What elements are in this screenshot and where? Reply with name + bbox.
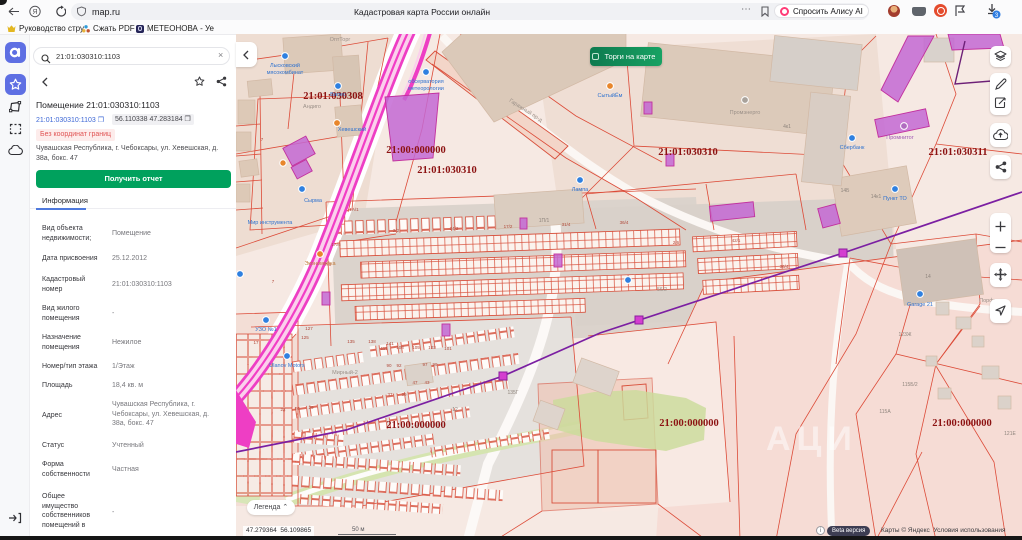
svg-text:31/4: 31/4 <box>562 222 571 227</box>
svg-text:39: 39 <box>401 392 407 397</box>
svg-text:1А/6: 1А/6 <box>331 242 341 247</box>
svg-text:21:00:000000: 21:00:000000 <box>659 418 719 429</box>
svg-text:108: 108 <box>396 345 404 350</box>
svg-text:14: 14 <box>925 274 931 280</box>
svg-text:56/2: 56/2 <box>657 287 667 293</box>
svg-text:111: 111 <box>381 346 388 351</box>
svg-text:ОптТорг: ОптТорг <box>330 37 351 43</box>
svg-text:21:01:030310: 21:01:030310 <box>658 147 718 158</box>
svg-text:21:00:000000: 21:00:000000 <box>932 418 992 429</box>
svg-text:37: 37 <box>387 392 393 397</box>
svg-text:Вилес: Вилес <box>330 92 346 98</box>
svg-text:22: 22 <box>280 407 286 412</box>
svg-text:Лысковский: Лысковский <box>270 62 300 69</box>
svg-text:21:01:030310: 21:01:030310 <box>417 165 477 176</box>
svg-text:103: 103 <box>428 345 436 350</box>
svg-text:24/2: 24/2 <box>450 226 459 231</box>
svg-text:1П/1: 1П/1 <box>539 218 550 224</box>
svg-text:СытыйЁм: СытыйЁм <box>598 92 623 99</box>
svg-text:115Б/2: 115Б/2 <box>902 382 918 388</box>
svg-text:21:01:030311: 21:01:030311 <box>929 147 988 158</box>
svg-text:Андиго: Андиго <box>303 104 321 110</box>
svg-text:Мирный-2: Мирный-2 <box>332 369 358 376</box>
svg-text:Сбербанк: Сбербанк <box>840 145 865 151</box>
svg-text:135Г: 135Г <box>507 390 518 396</box>
svg-text:обсерватория: обсерватория <box>408 79 443 85</box>
svg-text:92: 92 <box>396 363 402 368</box>
svg-text:135: 135 <box>347 339 355 344</box>
svg-text:101: 101 <box>444 346 452 351</box>
svg-text:14Б: 14Б <box>841 188 851 194</box>
svg-text:12: 12 <box>452 407 458 413</box>
svg-text:21:00:000000: 21:00:000000 <box>386 420 446 431</box>
svg-text:Промнитог: Промнитог <box>886 135 913 141</box>
svg-text:121Е: 121Е <box>1004 431 1016 437</box>
svg-text:36/4: 36/4 <box>620 220 629 225</box>
svg-text:АЦИ: АЦИ <box>766 420 858 458</box>
svg-text:УЗО №1: УЗО №1 <box>255 327 276 333</box>
svg-text:123Ж: 123Ж <box>899 332 912 338</box>
svg-text:Мир инструмента: Мир инструмента <box>248 220 294 226</box>
svg-text:42/1: 42/1 <box>732 238 741 243</box>
svg-text:Garage 21: Garage 21 <box>907 302 933 308</box>
svg-text:14к1: 14к1 <box>871 194 882 200</box>
svg-text:1А/1: 1А/1 <box>349 207 359 212</box>
svg-text:97: 97 <box>422 362 428 367</box>
svg-text:36/4: 36/4 <box>780 264 789 269</box>
svg-text:43: 43 <box>424 380 430 385</box>
svg-text:Пункт ТО: Пункт ТО <box>883 196 907 202</box>
svg-text:29: 29 <box>308 405 314 410</box>
svg-text:17/2: 17/2 <box>504 224 513 229</box>
svg-text:метеорологии: метеорологии <box>408 86 444 92</box>
svg-text:17: 17 <box>253 340 259 345</box>
svg-text:138: 138 <box>368 339 376 344</box>
svg-text:127: 127 <box>305 326 313 331</box>
svg-text:2/6: 2/6 <box>673 240 680 245</box>
svg-text:47: 47 <box>412 380 418 385</box>
svg-text:125: 125 <box>301 335 309 340</box>
svg-text:Лампа: Лампа <box>572 187 589 193</box>
svg-text:21:00:000000: 21:00:000000 <box>386 145 446 156</box>
svg-text:Сырма: Сырма <box>304 198 323 204</box>
svg-text:99: 99 <box>432 362 438 367</box>
svg-text:141: 141 <box>386 341 394 346</box>
svg-text:2/2: 2/2 <box>393 228 400 233</box>
svg-text:105: 105 <box>412 345 420 350</box>
svg-text:115А: 115А <box>879 409 891 415</box>
svg-text:Экономойка: Экономойка <box>304 260 336 267</box>
svg-text:90: 90 <box>386 363 392 368</box>
svg-text:Промэнерго: Промэнерго <box>730 110 761 116</box>
svg-text:4к1: 4к1 <box>783 124 791 130</box>
svg-text:Хевешский: Хевешский <box>338 126 366 133</box>
svg-text:мясокомбинат: мясокомбинат <box>267 70 304 76</box>
svg-text:Я: Я <box>32 9 37 16</box>
svg-text:Ulanov Motors: Ulanov Motors <box>269 363 305 369</box>
svg-text:26: 26 <box>294 406 300 411</box>
